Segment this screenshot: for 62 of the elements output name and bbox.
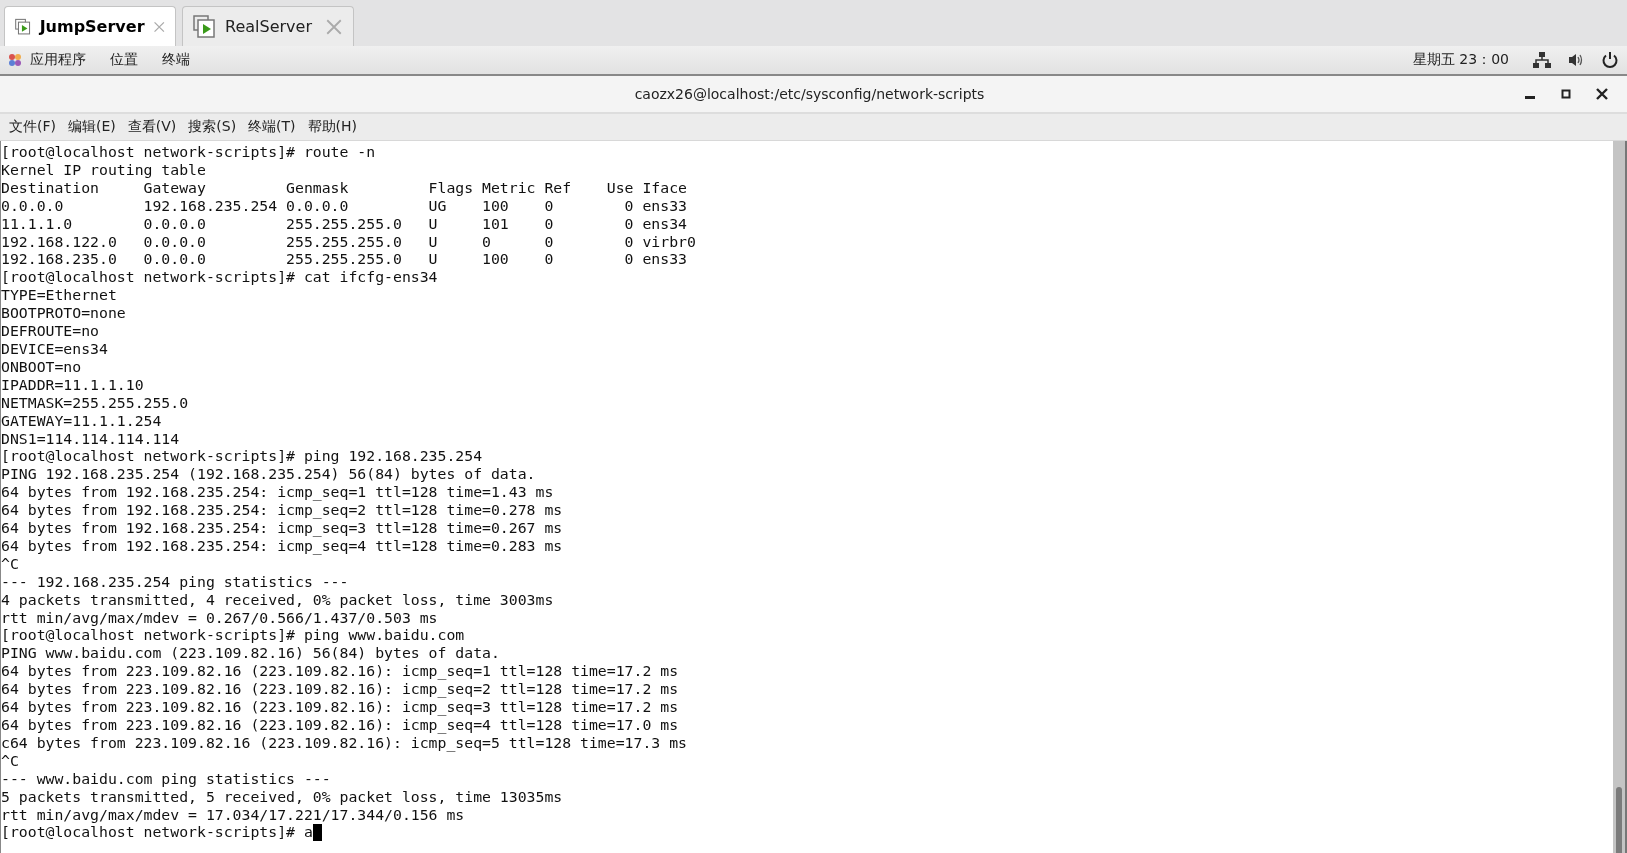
terminal-line: 64 bytes from 223.109.82.16 (223.109.82.16): icmp_seq=2 ttl=128 time=17.2 ms bbox=[1, 680, 679, 699]
terminal-line: rtt min/avg/max/mdev = 17.034/17.221/17.344/0.156 ms bbox=[1, 805, 465, 824]
terminal-line: --- www.baidu.com ping statistics --- bbox=[1, 769, 331, 788]
terminal-line: 64 bytes from 192.168.235.254: icmp_seq=4 ttl=128 time=0.283 ms bbox=[1, 536, 563, 555]
menu-item[interactable]: 终端(T) bbox=[243, 116, 301, 138]
terminal-line: Kernel IP routing table bbox=[1, 160, 206, 179]
terminal-line: ^C bbox=[1, 554, 19, 573]
screen-play-icon bbox=[193, 14, 217, 39]
close-icon bbox=[1594, 86, 1610, 102]
panel-menu[interactable]: 应用程序 bbox=[30, 51, 86, 69]
terminal-line: [root@localhost network-scripts]# route -n bbox=[1, 143, 376, 161]
terminal-line: 64 bytes from 223.109.82.16 (223.109.82.16): icmp_seq=4 ttl=128 time=17.0 ms bbox=[1, 716, 679, 734]
window-title: caozx26@localhost:/etc/sysconfig/network-scripts bbox=[633, 86, 986, 102]
terminal-line: NETMASK=255.255.255.0 bbox=[1, 393, 189, 412]
power-icon[interactable] bbox=[1601, 51, 1619, 69]
terminal-line: 64 bytes from 223.109.82.16 (223.109.82.16): icmp_seq=1 ttl=128 time=17.2 ms bbox=[1, 662, 679, 681]
terminal-line: GATEWAY=11.1.1.254 bbox=[1, 411, 162, 430]
terminal-line: TYPE=Ethernet bbox=[1, 286, 117, 305]
panel-menu[interactable]: 终端 bbox=[162, 51, 190, 69]
terminal-line: 64 bytes from 223.109.82.16 (223.109.82.16): icmp_seq=3 ttl=128 time=17.2 ms bbox=[1, 698, 679, 716]
terminal-line: PING www.baidu.com (223.109.82.16) 56(84) bytes of data. bbox=[1, 644, 500, 663]
menu-item[interactable]: 查看(V) bbox=[122, 116, 182, 138]
terminal-line: ONBOOT=no bbox=[1, 357, 82, 376]
menu-item[interactable]: 帮助(H) bbox=[302, 116, 363, 138]
text-cursor bbox=[312, 823, 322, 841]
clock[interactable]: 星期五 23：00 bbox=[1412, 51, 1509, 69]
terminal-line: 192.168.122.0 0.0.0.0 255.255.255.0 U 0 0 0 virbr0 bbox=[1, 232, 696, 251]
menu-item[interactable]: 编辑(E) bbox=[63, 116, 121, 138]
network-icon[interactable] bbox=[1533, 51, 1551, 69]
terminal-line: 0.0.0.0 192.168.235.254 0.0.0.0 UG 100 0 0 ens33 bbox=[1, 196, 687, 215]
terminal-line: 64 bytes from 192.168.235.254: icmp_seq=3 ttl=128 time=0.267 ms bbox=[1, 519, 563, 537]
terminal-line: [root@localhost network-scripts]# cat ifcfg-ens34 bbox=[1, 268, 438, 287]
scrollbar[interactable] bbox=[1613, 141, 1627, 853]
scrollbar-thumb[interactable] bbox=[1616, 787, 1622, 853]
terminal-line: 192.168.235.0 0.0.0.0 255.255.255.0 U 100 0 0 ens33 bbox=[1, 250, 687, 269]
terminal-line: 5 packets transmitted, 5 received, 0% packet loss, time 13035ms bbox=[1, 787, 563, 806]
volume-icon[interactable] bbox=[1567, 51, 1585, 69]
terminal-line: 64 bytes from 192.168.235.254: icmp_seq=1 ttl=128 time=1.43 ms bbox=[1, 483, 554, 502]
tab[interactable]: RealServer bbox=[182, 6, 354, 46]
terminal-line: [root@localhost network-scripts]# ping 192.168.235.254 bbox=[1, 447, 483, 466]
menu-item[interactable]: 搜索(S) bbox=[183, 116, 242, 138]
terminal-line: IPADDR=11.1.1.10 bbox=[1, 375, 144, 394]
terminal-line: DEFROUTE=no bbox=[1, 322, 99, 340]
terminal-line: Destination Gateway Genmask Flags Metric Ref Use Iface bbox=[1, 178, 687, 197]
panel-menu[interactable]: 位置 bbox=[110, 51, 138, 69]
apps-icon bbox=[8, 53, 22, 67]
terminal-line: DNS1=114.114.114.114 bbox=[1, 429, 180, 448]
terminal-line: 4 packets transmitted, 4 received, 0% packet loss, time 3003ms bbox=[1, 590, 554, 609]
terminal-line: PING 192.168.235.254 (192.168.235.254) 56(84) bytes of data. bbox=[1, 465, 536, 484]
terminal-line: 11.1.1.0 0.0.0.0 255.255.255.0 U 101 0 0 ens34 bbox=[1, 214, 687, 233]
terminal-line: c64 bytes from 223.109.82.16 (223.109.82.16): icmp_seq=5 ttl=128 time=17.3 ms bbox=[1, 733, 687, 752]
minimize-icon bbox=[1525, 96, 1535, 99]
terminal-line: --- 192.168.235.254 ping statistics --- bbox=[1, 572, 349, 591]
terminal-line: [root@localhost network-scripts]# ping www.baidu.com bbox=[1, 626, 465, 645]
terminal-line: 64 bytes from 192.168.235.254: icmp_seq=2 ttl=128 time=0.278 ms bbox=[1, 501, 563, 520]
terminal-line: BOOTPROTO=none bbox=[1, 304, 126, 323]
tab[interactable]: JumpServer bbox=[4, 6, 176, 46]
terminal-line: [root@localhost network-scripts]# a bbox=[1, 823, 313, 842]
menu-item[interactable]: 文件(F) bbox=[4, 116, 61, 138]
terminal-line: rtt min/avg/max/mdev = 0.267/0.566/1.437/0.503 ms bbox=[1, 608, 438, 627]
terminal-line: ^C bbox=[1, 751, 19, 770]
terminal-line: DEVICE=ens34 bbox=[1, 339, 108, 358]
